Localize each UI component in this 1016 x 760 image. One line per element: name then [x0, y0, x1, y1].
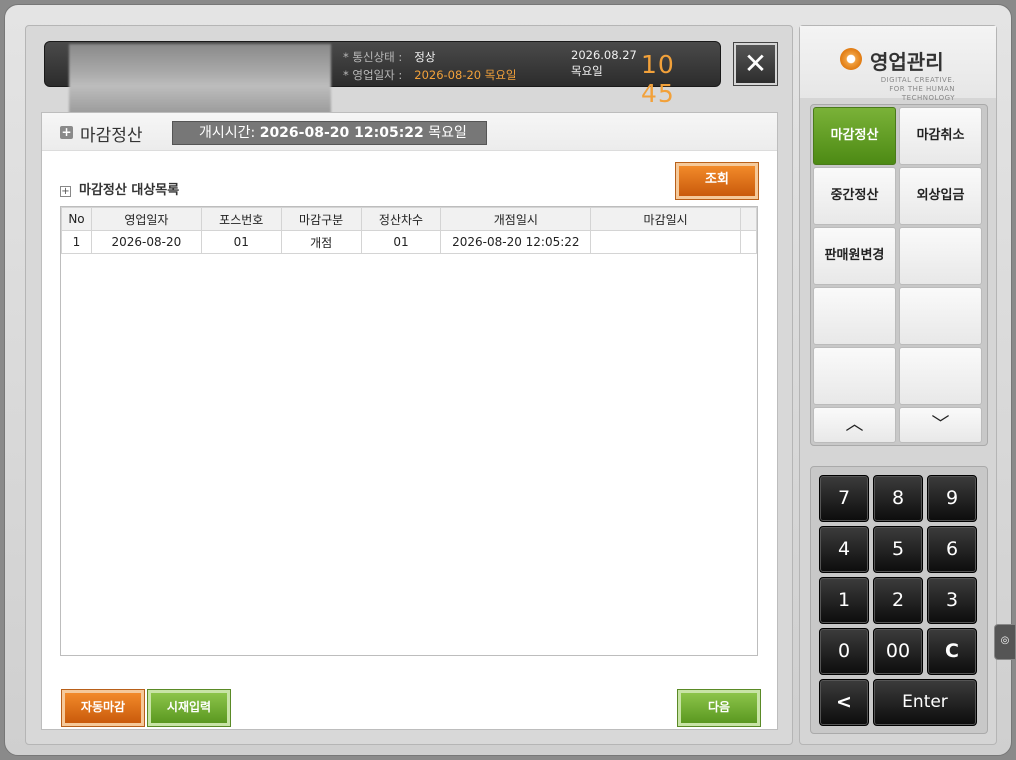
- title-bar: + 마감정산 개시시간: 2026-08-20 12:05:22 목요일: [42, 113, 777, 151]
- menu-empty-3: [899, 287, 982, 345]
- col-settlement-round[interactable]: 정산차수: [360, 207, 442, 231]
- menu-empty-2: [813, 287, 896, 345]
- logo-subtitle-line-1: DIGITAL CREATIVE.: [880, 76, 955, 84]
- scrollbar-header: [739, 207, 758, 231]
- scrollbar-cell: [739, 230, 758, 254]
- key-8[interactable]: 8: [873, 475, 923, 522]
- table-header-row: No 영업일자 포스번호 마감구분 정산차수 개점일시 마감일시: [61, 207, 758, 231]
- cell-close-type: 개점: [280, 230, 362, 254]
- section-title: + 마감정산 대상목록: [60, 179, 179, 198]
- cash-input-button[interactable]: 시재입력: [147, 689, 231, 727]
- key-3[interactable]: 3: [927, 577, 977, 624]
- key-enter[interactable]: Enter: [873, 679, 977, 726]
- side-toggle-tab[interactable]: ◎: [994, 624, 1016, 660]
- function-menu: 마감정산 마감취소 중간정산 외상입금 판매원변경 ︿ ﹀: [810, 104, 988, 446]
- open-time-display: 개시시간: 2026-08-20 12:05:22 목요일: [172, 121, 487, 145]
- menu-cancel-close[interactable]: 마감취소: [899, 107, 982, 165]
- open-time-label: 개시시간:: [199, 125, 256, 141]
- scroll-up-button[interactable]: ︿: [813, 407, 896, 443]
- expand-icon: +: [60, 186, 71, 197]
- numpad: 7 8 9 4 5 6 1 2 3 0 00 C < Enter: [810, 466, 988, 734]
- page-title: 마감정산: [80, 126, 143, 146]
- menu-close-settlement[interactable]: 마감정산: [813, 107, 896, 165]
- menu-empty-5: [899, 347, 982, 405]
- gear-logo-icon: [840, 48, 862, 70]
- key-00[interactable]: 00: [873, 628, 923, 675]
- toggle-icon: ◎: [1000, 635, 1010, 646]
- key-2[interactable]: 2: [873, 577, 923, 624]
- next-button[interactable]: 다음: [677, 689, 761, 727]
- col-open-datetime[interactable]: 개점일시: [440, 207, 592, 231]
- key-7[interactable]: 7: [819, 475, 869, 522]
- comm-status-label: * 통신상태 :: [343, 50, 403, 64]
- window-frame: * 통신상태 : 정상 * 영업일자 : 2026-08-20 목요일 2026.0…: [4, 4, 1012, 756]
- main-panel: * 통신상태 : 정상 * 영업일자 : 2026-08-20 목요일 2026.0…: [25, 25, 793, 745]
- chevron-up-icon: ︿: [845, 414, 864, 435]
- status-info: * 통신상태 : 정상 * 영업일자 : 2026-08-20 목요일: [343, 48, 558, 88]
- plus-icon: +: [60, 125, 73, 139]
- chevron-down-icon: ﹀: [931, 414, 950, 435]
- logo-area: 영업관리 DIGITAL CREATIVE. FOR THE HUMAN TEC…: [800, 26, 996, 102]
- key-1[interactable]: 1: [819, 577, 869, 624]
- col-pos-number[interactable]: 포스번호: [200, 207, 282, 231]
- content-area: + 마감정산 개시시간: 2026-08-20 12:05:22 목요일 + 마감…: [41, 112, 778, 730]
- clock-minute: 45: [641, 79, 675, 108]
- cell-no: 1: [61, 230, 92, 254]
- closing-table: No 영업일자 포스번호 마감구분 정산차수 개점일시 마감일시 1 2026-…: [60, 206, 758, 656]
- date-text: 2026.08.27: [571, 48, 637, 62]
- table-row[interactable]: 1 2026-08-20 01 개점 01 2026-08-20 12:05:2…: [61, 230, 758, 254]
- comm-status-value: 정상: [414, 50, 436, 64]
- weekday-text: 목요일: [571, 64, 603, 78]
- col-close-type[interactable]: 마감구분: [280, 207, 362, 231]
- key-clear[interactable]: C: [927, 628, 977, 675]
- col-business-date[interactable]: 영업일자: [90, 207, 202, 231]
- col-no[interactable]: No: [61, 207, 92, 231]
- key-0[interactable]: 0: [819, 628, 869, 675]
- cell-business-date: 2026-08-20: [90, 230, 202, 254]
- query-button[interactable]: 조회: [675, 162, 759, 200]
- close-icon: ✕: [743, 47, 768, 80]
- col-close-datetime[interactable]: 마감일시: [590, 207, 741, 231]
- business-date-label: * 영업일자 :: [343, 68, 403, 82]
- key-6[interactable]: 6: [927, 526, 977, 573]
- auto-close-button[interactable]: 자동마감: [61, 689, 145, 727]
- menu-empty-4: [813, 347, 896, 405]
- status-header: * 통신상태 : 정상 * 영업일자 : 2026-08-20 목요일 2026.0…: [44, 41, 721, 114]
- business-date-value: 2026-08-20 목요일: [414, 68, 517, 82]
- section-title-text: 마감정산 대상목록: [79, 183, 180, 198]
- current-date: 2026.08.27 목요일: [571, 47, 637, 79]
- key-5[interactable]: 5: [873, 526, 923, 573]
- menu-change-seller[interactable]: 판매원변경: [813, 227, 896, 285]
- menu-empty-1: [899, 227, 982, 285]
- clock-hour: 10: [641, 50, 675, 79]
- key-4[interactable]: 4: [819, 526, 869, 573]
- scroll-down-button[interactable]: ﹀: [899, 407, 982, 443]
- logo-title: 영업관리: [870, 50, 944, 74]
- key-9[interactable]: 9: [927, 475, 977, 522]
- clock: 10 45: [641, 50, 720, 108]
- logo-subtitle: DIGITAL CREATIVE. FOR THE HUMAN TECHNOLO…: [840, 76, 955, 103]
- right-panel: 영업관리 DIGITAL CREATIVE. FOR THE HUMAN TEC…: [799, 25, 997, 745]
- cell-settlement-round: 01: [360, 230, 442, 254]
- open-time-value: 2026-08-20 12:05:22: [259, 125, 424, 141]
- key-backspace[interactable]: <: [819, 679, 869, 726]
- blurred-store-info: [69, 44, 331, 114]
- logo-subtitle-line-2: FOR THE HUMAN TECHNOLOGY: [889, 85, 955, 102]
- close-button[interactable]: ✕: [733, 42, 778, 86]
- cell-pos-number: 01: [200, 230, 282, 254]
- cell-close-datetime: [590, 230, 741, 254]
- open-time-day: 목요일: [428, 125, 467, 141]
- menu-credit-deposit[interactable]: 외상입금: [899, 167, 982, 225]
- cell-open-datetime: 2026-08-20 12:05:22: [440, 230, 592, 254]
- menu-interim-settlement[interactable]: 중간정산: [813, 167, 896, 225]
